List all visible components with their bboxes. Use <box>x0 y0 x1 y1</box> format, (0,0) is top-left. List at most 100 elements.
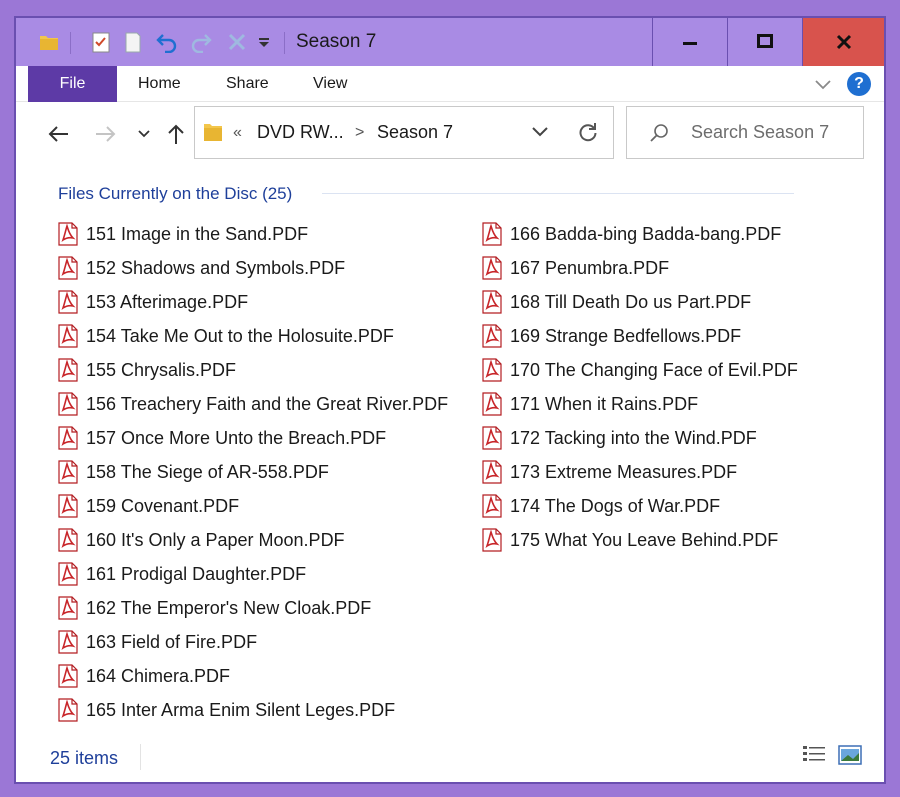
breadcrumb-dvd-rw[interactable]: DVD RW... <box>257 107 344 158</box>
pdf-file-icon <box>58 290 78 314</box>
pdf-file-icon <box>482 426 502 450</box>
file-item[interactable]: 167 Penumbra.PDF <box>480 251 798 285</box>
pdf-file-icon <box>58 222 78 246</box>
file-item[interactable]: 175 What You Leave Behind.PDF <box>480 523 798 557</box>
file-item[interactable]: 159 Covenant.PDF <box>56 489 448 523</box>
file-item[interactable]: 172 Tacking into the Wind.PDF <box>480 421 798 455</box>
file-item[interactable]: 174 The Dogs of War.PDF <box>480 489 798 523</box>
pdf-file-icon <box>58 528 78 552</box>
file-name: 168 Till Death Do us Part.PDF <box>510 291 752 312</box>
up-button[interactable] <box>162 118 190 150</box>
folder-icon[interactable] <box>34 18 64 66</box>
back-button[interactable] <box>44 118 72 150</box>
search-input[interactable]: Search Season 7 <box>691 107 829 158</box>
file-item[interactable]: 152 Shadows and Symbols.PDF <box>56 251 448 285</box>
pdf-file-icon <box>58 358 78 382</box>
file-name: 166 Badda-bing Badda-bang.PDF <box>510 223 782 244</box>
file-item[interactable]: 155 Chrysalis.PDF <box>56 353 448 387</box>
tab-view[interactable]: View <box>313 66 347 102</box>
file-item[interactable]: 169 Strange Bedfellows.PDF <box>480 319 798 353</box>
address-dropdown-chevron-down-icon[interactable] <box>531 125 549 144</box>
delete-icon[interactable] <box>222 18 252 66</box>
file-item[interactable]: 163 Field of Fire.PDF <box>56 625 448 659</box>
properties-icon[interactable] <box>86 18 116 66</box>
undo-icon[interactable] <box>152 18 182 66</box>
file-name: 169 Strange Bedfellows.PDF <box>510 325 742 346</box>
file-item[interactable]: 170 The Changing Face of Evil.PDF <box>480 353 798 387</box>
pdf-file-icon <box>58 392 78 416</box>
close-button[interactable] <box>802 18 884 66</box>
redo-icon[interactable] <box>186 18 216 66</box>
file-name: 152 Shadows and Symbols.PDF <box>86 257 346 278</box>
refresh-icon[interactable] <box>577 121 599 148</box>
pdf-file-icon <box>482 324 502 348</box>
large-icons-view-icon[interactable] <box>838 744 862 766</box>
file-item[interactable]: 164 Chimera.PDF <box>56 659 448 693</box>
file-item[interactable]: 166 Badda-bing Badda-bang.PDF <box>480 217 798 251</box>
file-name: 153 Afterimage.PDF <box>86 291 249 312</box>
recent-locations-button[interactable] <box>134 118 154 150</box>
file-name: 175 What You Leave Behind.PDF <box>510 529 779 550</box>
address-bar[interactable]: « DVD RW... > Season 7 <box>194 106 614 159</box>
file-name: 165 Inter Arma Enim Silent Leges.PDF <box>86 699 396 720</box>
status-item-count: 25 items <box>50 748 119 768</box>
pdf-file-icon <box>482 256 502 280</box>
file-name: 167 Penumbra.PDF <box>510 257 670 278</box>
toolbar-separator <box>70 32 71 54</box>
file-name: 172 Tacking into the Wind.PDF <box>510 427 757 448</box>
explorer-window: Season 7 File Home Share View ? « DVD RW… <box>14 16 886 784</box>
pdf-file-icon <box>58 562 78 586</box>
file-name: 154 Take Me Out to the Holosuite.PDF <box>86 325 394 346</box>
pdf-file-icon <box>482 460 502 484</box>
file-item[interactable]: 157 Once More Unto the Breach.PDF <box>56 421 448 455</box>
maximize-icon <box>757 34 773 48</box>
window-title: Season 7 <box>296 31 377 52</box>
file-name: 171 When it Rains.PDF <box>510 393 699 414</box>
file-item[interactable]: 165 Inter Arma Enim Silent Leges.PDF <box>56 693 448 727</box>
file-name: 156 Treachery Faith and the Great River.… <box>86 393 449 414</box>
group-header[interactable]: Files Currently on the Disc (25) <box>58 182 292 206</box>
minimize-icon <box>683 42 697 45</box>
pdf-file-icon <box>58 460 78 484</box>
details-view-icon[interactable] <box>802 744 826 766</box>
file-name: 159 Covenant.PDF <box>86 495 240 516</box>
file-item[interactable]: 158 The Siege of AR-558.PDF <box>56 455 448 489</box>
file-item[interactable]: 160 It's Only a Paper Moon.PDF <box>56 523 448 557</box>
pdf-file-icon <box>58 256 78 280</box>
search-box[interactable]: Search Season 7 <box>626 106 864 159</box>
file-item[interactable]: 171 When it Rains.PDF <box>480 387 798 421</box>
tab-share[interactable]: Share <box>226 66 269 102</box>
minimize-button[interactable] <box>652 18 727 66</box>
file-item[interactable]: 168 Till Death Do us Part.PDF <box>480 285 798 319</box>
file-name: 151 Image in the Sand.PDF <box>86 223 309 244</box>
file-name: 163 Field of Fire.PDF <box>86 631 258 652</box>
file-list-right-column: 166 Badda-bing Badda-bang.PDF 167 Penumbr… <box>480 217 798 557</box>
file-item[interactable]: 173 Extreme Measures.PDF <box>480 455 798 489</box>
customize-dropdown-icon[interactable] <box>254 18 274 66</box>
pdf-file-icon <box>58 630 78 654</box>
pdf-file-icon <box>482 392 502 416</box>
tab-file[interactable]: File <box>28 66 117 102</box>
help-button[interactable]: ? <box>847 72 871 96</box>
search-icon <box>649 123 669 148</box>
forward-arrow-icon <box>96 126 116 142</box>
file-item[interactable]: 153 Afterimage.PDF <box>56 285 448 319</box>
file-item[interactable]: 156 Treachery Faith and the Great River.… <box>56 387 448 421</box>
tab-home[interactable]: Home <box>138 66 181 102</box>
maximize-button[interactable] <box>727 18 802 66</box>
new-folder-icon[interactable] <box>118 18 148 66</box>
file-item[interactable]: 151 Image in the Sand.PDF <box>56 217 448 251</box>
toolbar-separator <box>284 32 285 54</box>
file-name: 164 Chimera.PDF <box>86 665 231 686</box>
file-name: 155 Chrysalis.PDF <box>86 359 237 380</box>
breadcrumb-season-7[interactable]: Season 7 <box>377 107 453 158</box>
ribbon-expand-chevron-down-icon[interactable] <box>813 74 833 99</box>
file-item[interactable]: 161 Prodigal Daughter.PDF <box>56 557 448 591</box>
pdf-file-icon <box>482 494 502 518</box>
forward-button[interactable] <box>92 118 120 150</box>
file-name: 162 The Emperor's New Cloak.PDF <box>86 597 372 618</box>
file-item[interactable]: 162 The Emperor's New Cloak.PDF <box>56 591 448 625</box>
pdf-file-icon <box>58 664 78 688</box>
address-overflow-chevron[interactable]: « <box>233 107 242 158</box>
file-item[interactable]: 154 Take Me Out to the Holosuite.PDF <box>56 319 448 353</box>
